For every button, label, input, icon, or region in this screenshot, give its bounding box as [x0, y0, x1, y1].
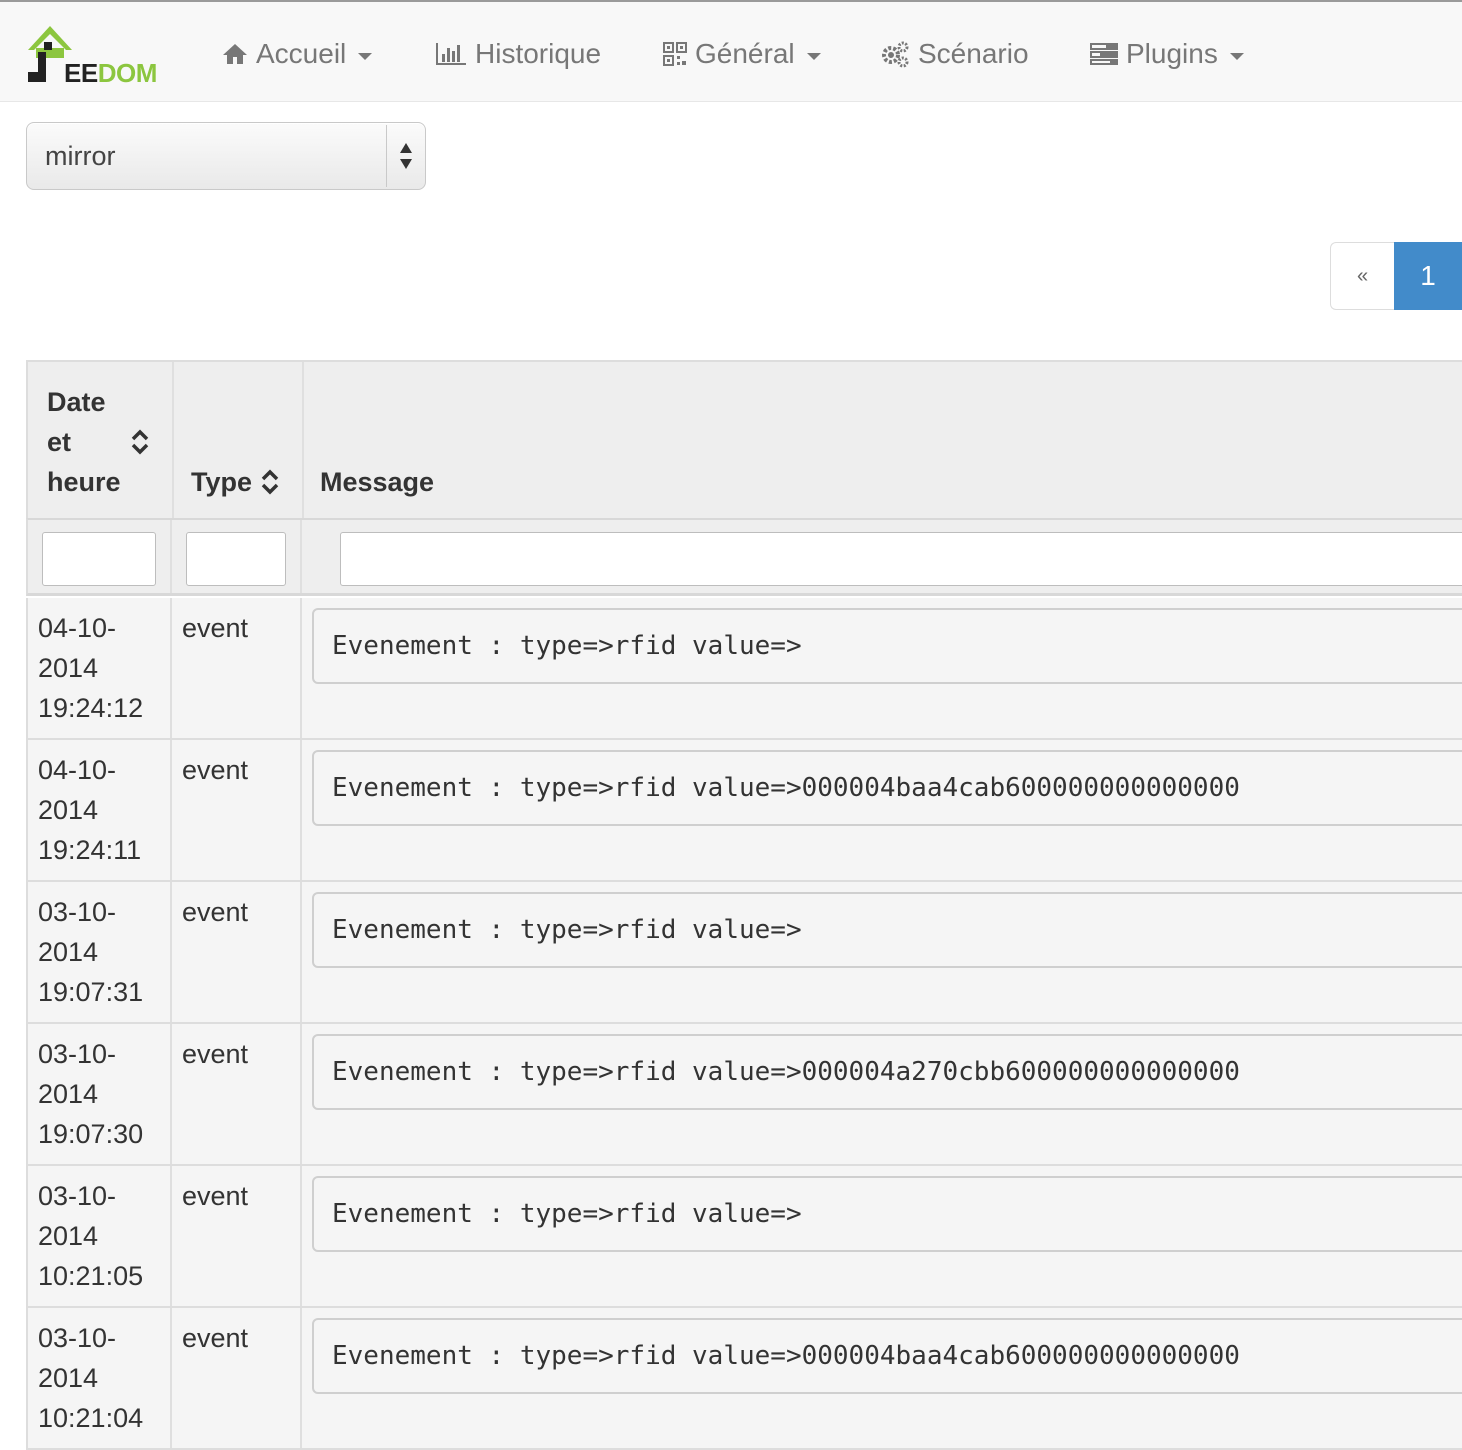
pagination-page-1[interactable]: 1	[1394, 242, 1462, 310]
cell-type: event	[182, 1323, 249, 1353]
chevron-down-icon	[1229, 52, 1244, 60]
cell-date-line: 03-10-	[38, 897, 117, 927]
nav-historique-label: Historique	[475, 38, 602, 69]
bar-chart-icon	[436, 43, 466, 65]
cell-date-line: 2014	[38, 1079, 99, 1109]
nav-general-label: Général	[695, 38, 795, 69]
column-header-date-line3: heure	[47, 467, 121, 497]
cell-date: 03-10- 2014 19:07:31	[38, 892, 158, 1012]
message-filter-input[interactable]	[340, 532, 1462, 586]
cell-date: 03-10- 2014 19:07:30	[38, 1034, 158, 1154]
cell-date: 04-10- 2014 19:24:11	[38, 750, 158, 870]
chevron-down-icon	[358, 52, 373, 60]
nav-historique[interactable]: Historique	[435, 34, 601, 74]
cell-date-line: 10:21:05	[38, 1261, 144, 1291]
cell-date-line: 03-10-	[38, 1181, 117, 1211]
nav-general[interactable]: Général	[663, 34, 821, 74]
table-row: 03-10- 2014 19:07:31 event Evenement : type=…	[26, 882, 1462, 1024]
cell-date-line: 19:24:11	[38, 835, 142, 865]
table-row: 03-10- 2014 10:21:04 event Evenement : type=…	[26, 1308, 1462, 1450]
nav-accueil-label: Accueil	[256, 38, 347, 69]
sort-icon[interactable]	[260, 468, 280, 496]
nav-scenario[interactable]: Scénario	[880, 34, 1029, 74]
log-file-select[interactable]: mirror	[26, 122, 426, 190]
cell-date-line: 04-10-	[38, 613, 117, 643]
cell-date-line: 2014	[38, 937, 99, 967]
nav-plugins[interactable]: Plugins	[1090, 34, 1244, 74]
select-arrows-icon	[400, 143, 412, 169]
cell-type: event	[182, 755, 249, 785]
cell-date: 04-10- 2014 19:24:12	[38, 608, 158, 728]
column-header-date-line2: et	[47, 427, 72, 457]
table-row: 04-10- 2014 19:24:11 event Evenement : type=…	[26, 740, 1462, 882]
home-icon	[223, 44, 247, 64]
column-header-date[interactable]: Date et heure	[28, 362, 174, 522]
nav-plugins-label: Plugins	[1126, 38, 1218, 69]
type-filter-input[interactable]	[186, 532, 286, 586]
cell-date-line: 2014	[38, 795, 99, 825]
cell-date-line: 2014	[38, 1221, 99, 1251]
cell-date: 03-10- 2014 10:21:04	[38, 1318, 158, 1438]
table-row: 03-10- 2014 10:21:05 event Evenement : type=…	[26, 1166, 1462, 1308]
column-header-message-label: Message	[320, 467, 435, 497]
cell-type: event	[182, 613, 249, 643]
cell-date-line: 10:21:04	[38, 1403, 144, 1433]
cell-type: event	[182, 1181, 249, 1211]
table-header: Date et heure Type Message	[26, 360, 1462, 522]
cell-date-line: 19:24:12	[38, 693, 144, 723]
cell-message: Evenement : type=>rfid value=>	[312, 1176, 1462, 1252]
cell-date-line: 19:07:31	[38, 977, 144, 1007]
chevron-down-icon	[806, 52, 821, 60]
cell-type: event	[182, 1039, 249, 1069]
cogs-icon	[882, 41, 909, 68]
log-file-select-value: mirror	[45, 141, 116, 171]
tasks-icon	[1090, 43, 1118, 65]
cell-date-line: 03-10-	[38, 1323, 117, 1353]
cell-date-line: 19:07:30	[38, 1119, 144, 1149]
sort-icon[interactable]	[130, 428, 150, 456]
column-header-date-line1: Date	[47, 387, 106, 417]
column-header-type-label: Type	[191, 467, 253, 497]
nav-scenario-label: Scénario	[918, 38, 1029, 69]
column-header-type[interactable]: Type	[174, 362, 304, 522]
cell-message: Evenement : type=>rfid value=>000004baa4…	[312, 1318, 1462, 1394]
cell-message: Evenement : type=>rfid value=>000004baa4…	[312, 750, 1462, 826]
top-navbar: EEDOM Accueil Historique Général Scénari…	[0, 0, 1462, 102]
cell-message: Evenement : type=>rfid value=>	[312, 608, 1462, 684]
logo-text: EEDOM	[64, 58, 157, 88]
jeedom-logo[interactable]: EEDOM	[24, 22, 174, 88]
qrcode-icon	[663, 42, 687, 66]
cell-message: Evenement : type=>rfid value=>	[312, 892, 1462, 968]
nav-accueil[interactable]: Accueil	[222, 34, 373, 74]
cell-date-line: 04-10-	[38, 755, 117, 785]
column-header-message: Message	[304, 362, 1462, 522]
table-row: 04-10- 2014 19:24:12 event Evenement : type=…	[26, 598, 1462, 740]
cell-type: event	[182, 897, 249, 927]
cell-date: 03-10- 2014 10:21:05	[38, 1176, 158, 1296]
table-row: 03-10- 2014 19:07:30 event Evenement : type=…	[26, 1024, 1462, 1166]
cell-date-line: 03-10-	[38, 1039, 117, 1069]
pagination-prev-button[interactable]: «	[1330, 242, 1394, 310]
cell-message: Evenement : type=>rfid value=>000004a270…	[312, 1034, 1462, 1110]
date-filter-input[interactable]	[42, 532, 156, 586]
cell-date-line: 2014	[38, 653, 99, 683]
filter-row	[26, 518, 1462, 596]
cell-date-line: 2014	[38, 1363, 99, 1393]
